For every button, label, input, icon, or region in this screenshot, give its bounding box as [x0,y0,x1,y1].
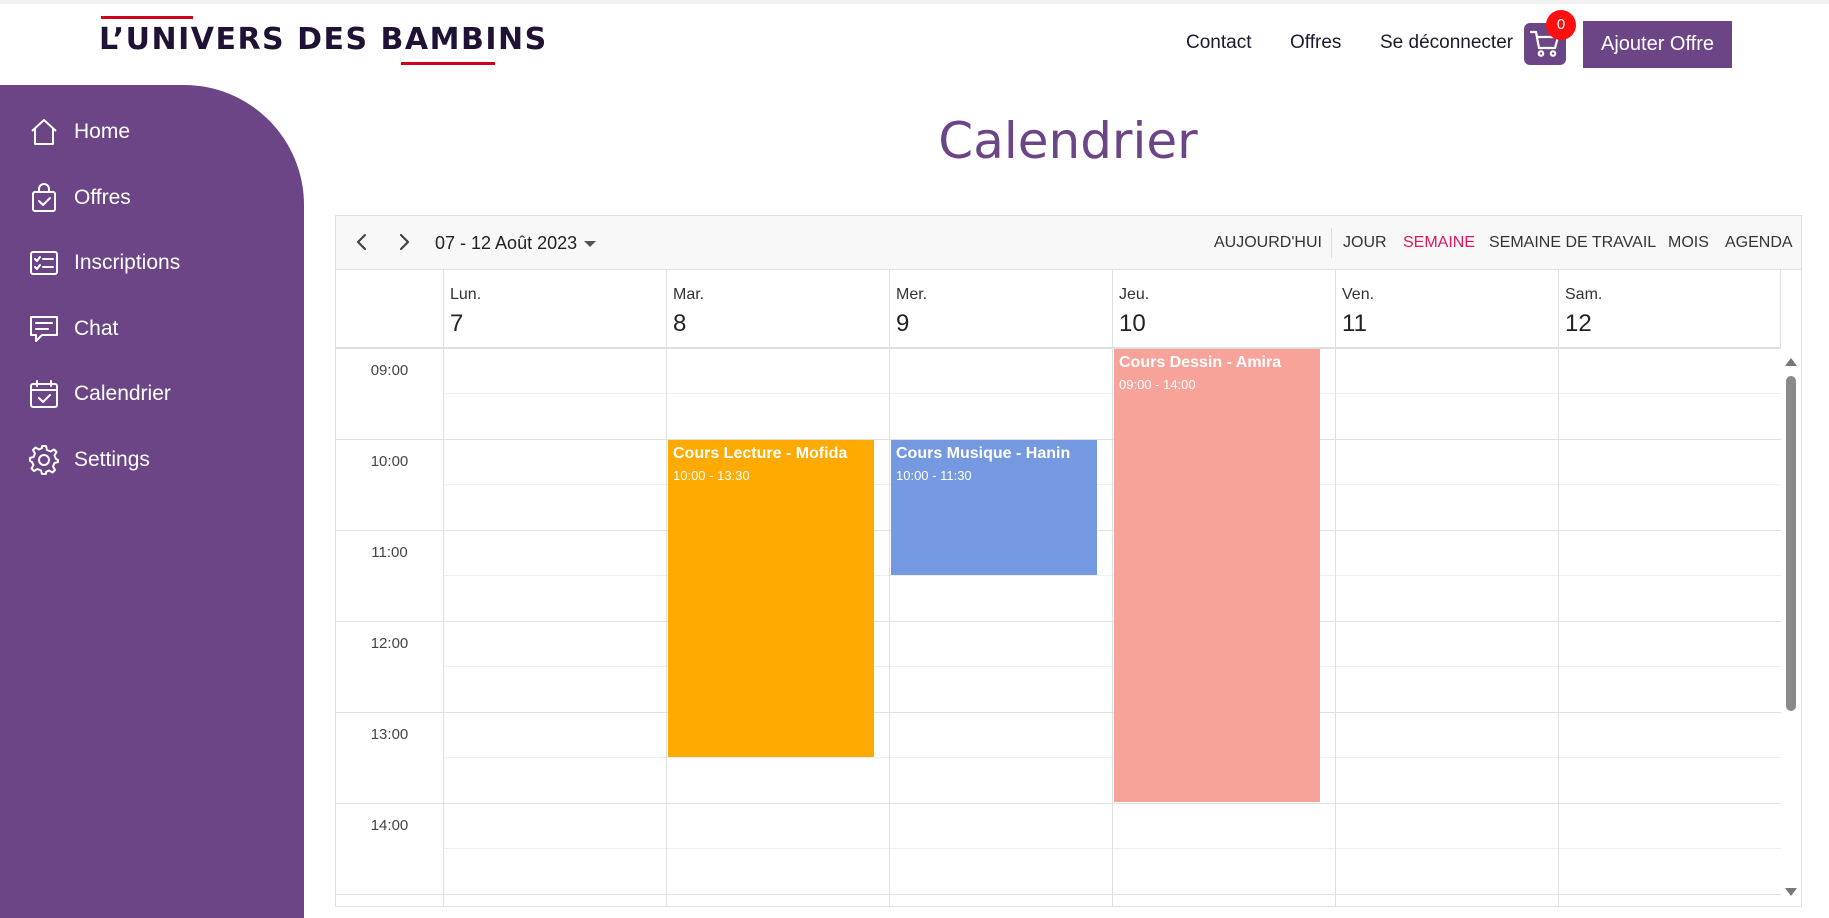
scroll-down-arrow-icon[interactable] [1785,888,1797,896]
view-month[interactable]: MOIS [1668,234,1709,252]
brand-logo[interactable]: L’UNIVERS DES BAMBINS [99,14,546,68]
header-corner [336,270,443,348]
day-number: 7 [450,310,464,337]
scrollbar-thumb[interactable] [1786,376,1796,711]
day-column-line [1335,348,1336,906]
day-column-line [443,348,444,906]
event-time: 09:00 - 14:00 [1119,377,1196,392]
time-label: 10:00 [370,453,409,470]
hour-line [336,621,1781,622]
sidebar-item-label: Offres [74,186,131,209]
event-cours-dessin[interactable]: Cours Dessin - Amira 09:00 - 14:00 [1114,349,1320,802]
nav-contact[interactable]: Contact [1186,32,1251,54]
cart-count-badge: 0 [1546,10,1576,40]
day-header-mon[interactable]: Lun. 7 [443,270,666,348]
day-column-line [889,348,890,906]
event-time: 10:00 - 11:30 [896,468,972,483]
scheduler-toolbar: 07 - 12 Août 2023 AUJOURD'HUI JOUR SEMAI… [336,216,1801,270]
event-title: Cours Dessin - Amira [1119,354,1282,371]
event-title: Cours Musique - Hanin [896,445,1071,462]
view-agenda[interactable]: AGENDA [1725,234,1793,252]
sidebar-item-calendrier[interactable]: Calendrier [28,376,278,412]
calendar-icon [30,380,58,408]
hour-line [336,803,1781,804]
time-label: 12:00 [370,635,409,652]
day-number: 8 [673,310,687,337]
logo-text: L’UNIVERS DES BAMBINS [99,22,548,57]
sidebar-item-label: Calendrier [74,382,171,405]
home-icon [31,119,57,145]
day-name: Mar. [673,286,705,303]
logo-accent-top [101,16,193,19]
day-header-thu[interactable]: Jeu. 10 [1112,270,1335,348]
hour-line [336,348,1781,349]
gear-icon [29,445,59,475]
checklist-icon [30,251,58,275]
next-arrow-icon[interactable] [392,230,416,254]
chat-icon [30,316,58,342]
sidebar-item-label: Home [74,120,131,143]
event-cours-musique[interactable]: Cours Musique - Hanin 10:00 - 11:30 [891,440,1097,575]
sidebar: Home Offres Inscriptions Chat Calendrier… [0,85,304,918]
sidebar-item-offres[interactable]: Offres [28,180,278,216]
day-name: Sam. [1565,286,1603,303]
sidebar-item-settings[interactable]: Settings [28,442,278,478]
event-cours-lecture[interactable]: Cours Lecture - Mofida 10:00 - 13:30 [668,440,874,757]
page-title: Calendrier [938,112,1198,170]
event-title: Cours Lecture - Mofida [673,445,848,462]
day-name: Mer. [896,286,928,303]
sidebar-item-inscriptions[interactable]: Inscriptions [28,245,278,281]
day-name: Jeu. [1119,286,1150,303]
day-header-sat[interactable]: Sam. 12 [1558,270,1781,348]
scroll-up-arrow-icon[interactable] [1785,358,1797,366]
event-time: 10:00 - 13:30 [673,468,750,483]
previous-arrow-icon[interactable] [350,230,374,254]
add-offer-button[interactable]: Ajouter Offre [1583,21,1732,68]
time-label: 14:00 [370,817,409,834]
vertical-scrollbar[interactable] [1781,348,1801,906]
day-header-wed[interactable]: Mer. 9 [889,270,1112,348]
view-today[interactable]: AUJOURD'HUI [1214,234,1322,252]
top-border [0,0,1829,4]
day-number: 9 [896,310,910,337]
nav-offres[interactable]: Offres [1290,32,1341,54]
day-column-line [1558,348,1559,906]
sidebar-item-home[interactable]: Home [28,114,278,150]
time-label: 13:00 [370,726,409,743]
logo-accent-bottom [401,62,495,65]
day-column-line [1112,348,1113,906]
sidebar-item-chat[interactable]: Chat [28,311,278,347]
day-name: Lun. [450,286,482,303]
view-day[interactable]: JOUR [1343,234,1387,252]
view-work-week[interactable]: SEMAINE DE TRAVAIL [1489,234,1656,252]
day-header-tue[interactable]: Mar. 8 [666,270,889,348]
view-week[interactable]: SEMAINE [1403,234,1475,252]
time-label: 11:00 [371,544,408,561]
hour-line [336,894,1781,895]
sidebar-item-label: Chat [74,317,119,340]
day-name: Ven. [1342,286,1375,303]
day-number: 11 [1342,310,1367,337]
day-number: 10 [1119,310,1146,337]
day-number: 12 [1565,310,1592,337]
day-header-fri[interactable]: Ven. 11 [1335,270,1558,348]
time-label: 09:00 [370,362,409,379]
date-range-picker[interactable]: 07 - 12 Août 2023 [435,233,577,254]
sidebar-item-label: Inscriptions [74,251,181,274]
calendar-scheduler: 07 - 12 Août 2023 AUJOURD'HUI JOUR SEMAI… [335,215,1802,907]
day-column-line [666,348,667,906]
toolbar-divider [1331,228,1332,258]
hour-line [336,712,1781,713]
chevron-down-icon[interactable] [584,241,596,247]
nav-logout[interactable]: Se déconnecter [1380,32,1513,54]
shopping-bag-icon [32,183,56,212]
sidebar-item-label: Settings [74,448,150,471]
time-grid[interactable]: 09:00 10:00 11:00 12:00 13:00 14:00 Cour… [336,348,1781,906]
